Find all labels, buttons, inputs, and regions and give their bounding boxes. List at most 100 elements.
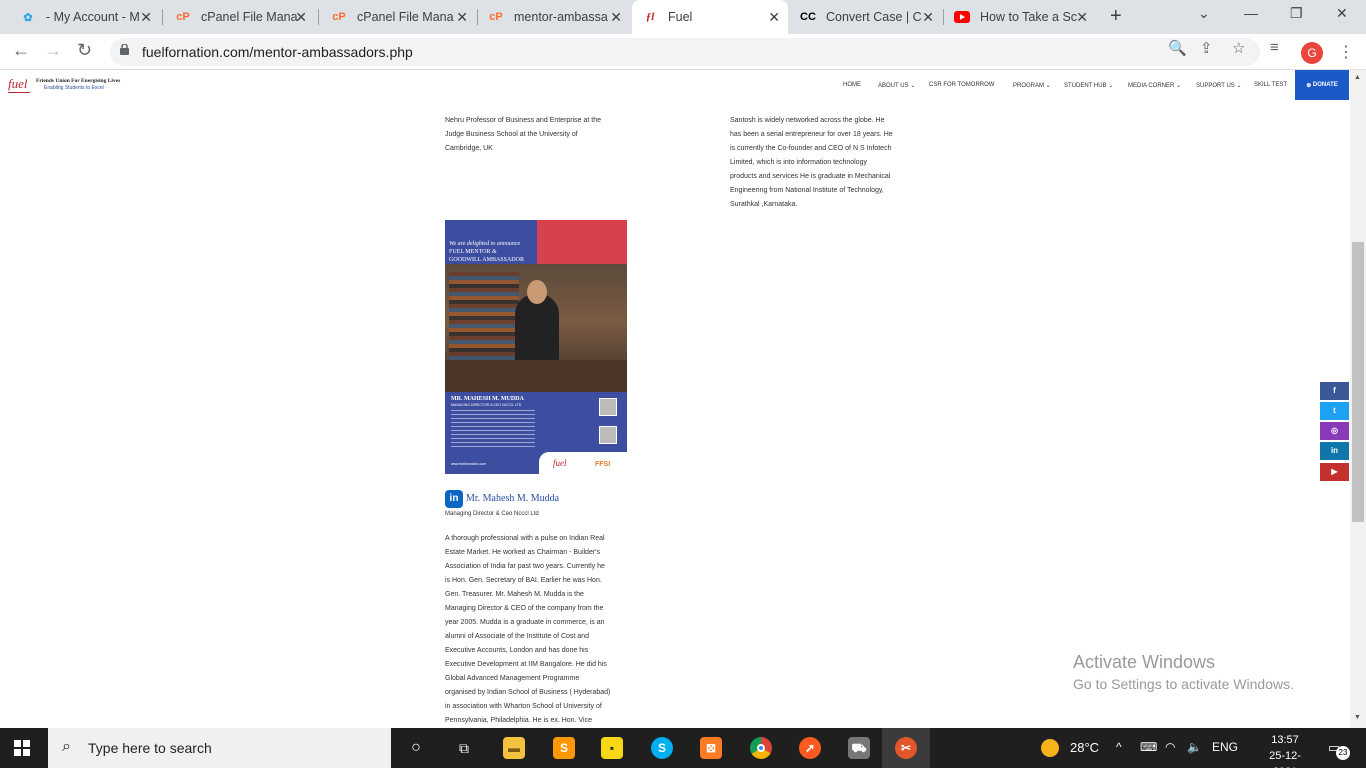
bio-line: is Hon. Gen. Secretary of BAI. Earlier h…: [445, 577, 602, 584]
youtube-icon[interactable]: ▶: [1320, 463, 1349, 481]
linkedin-icon[interactable]: in: [445, 490, 463, 508]
volume-icon[interactable]: 🔈: [1187, 740, 1202, 754]
nav-media-corner[interactable]: MEDIA CORNER ⌄: [1128, 82, 1181, 89]
bio-line: Engineering from National Institute of T…: [730, 187, 884, 194]
tab-mentor-ambassadors[interactable]: cP mentor-ambassa ✕: [478, 0, 630, 34]
logo-text: Friends Union For Energising Lives Enabl…: [36, 78, 120, 92]
facebook-icon[interactable]: f: [1320, 382, 1349, 400]
bookmark-star-icon[interactable]: ☆: [1232, 39, 1245, 57]
bio-line: organised by Indian School of Business (…: [445, 689, 611, 696]
tab-cpanel-2[interactable]: cP cPanel File Mana ✕: [321, 0, 476, 34]
linkedin-icon[interactable]: in: [1320, 442, 1349, 460]
signatory-photo: [599, 398, 617, 416]
browser-tab-bar: ✿ - My Account - M ✕ cP cPanel File Mana…: [0, 0, 1366, 34]
headline-line: We are delighted to announce: [449, 241, 521, 247]
bio-line: products and services He is graduate in …: [730, 173, 891, 180]
poster-footer: www.fuelfornation.com fuel FFSI: [445, 452, 627, 474]
share-icon[interactable]: ⇪: [1200, 39, 1213, 57]
headline-line: GOODWILL AMBASSADOR: [449, 257, 524, 263]
windows-start-icon[interactable]: [14, 740, 30, 756]
twitter-icon[interactable]: t: [1320, 402, 1349, 420]
window-close-icon[interactable]: ✕: [1336, 5, 1348, 22]
nav-home[interactable]: HOME: [843, 82, 861, 88]
close-icon[interactable]: ✕: [295, 9, 307, 26]
notification-center-icon[interactable]: ▭ 23: [1328, 740, 1350, 760]
zoom-icon[interactable]: 🔍: [1168, 39, 1187, 57]
person-face: [527, 280, 547, 304]
poster-signatories: [539, 396, 621, 448]
minimize-icon[interactable]: —: [1244, 5, 1258, 21]
bio-line: Global Advanced Management Programme: [445, 675, 580, 682]
nav-label: ABOUT US: [878, 83, 909, 89]
close-icon[interactable]: ✕: [140, 9, 152, 26]
language-indicator[interactable]: ENG: [1212, 740, 1238, 754]
signatory-photo: [599, 426, 617, 444]
site-logo[interactable]: fuel Friends Union For Energising Lives …: [8, 76, 120, 93]
headline-line: FUEL MENTOR &: [449, 249, 497, 255]
close-icon[interactable]: ✕: [768, 9, 780, 26]
taskbar-clock[interactable]: 13:57 25-12-2021: [1258, 732, 1312, 780]
weather-temp[interactable]: 28°C: [1070, 740, 1099, 755]
nav-support-us[interactable]: SUPPORT US ⌄: [1196, 82, 1242, 89]
close-icon[interactable]: ✕: [922, 9, 934, 26]
logo-line1: Friends Union For Energising Lives: [36, 77, 121, 84]
sublime-text-icon[interactable]: S: [553, 737, 575, 759]
chrome-icon[interactable]: [750, 737, 772, 759]
reload-icon[interactable]: ↻: [77, 40, 92, 61]
nav-student-hub[interactable]: STUDENT HUB ⌄: [1064, 82, 1113, 89]
scroll-thumb[interactable]: [1352, 242, 1364, 522]
snipping-tool-icon[interactable]: ✂: [895, 737, 917, 759]
nav-csr-for-tomorrow[interactable]: CSR FOR TOMORROW: [929, 82, 994, 88]
new-tab-button[interactable]: +: [1110, 5, 1122, 28]
nav-about-us[interactable]: ABOUT US ⌄: [878, 82, 915, 89]
close-icon[interactable]: ✕: [610, 9, 622, 26]
poster-header-red: [537, 220, 627, 264]
poster-fine-print: [451, 410, 535, 450]
file-explorer-icon[interactable]: ▬: [503, 737, 525, 759]
cortana-icon[interactable]: ○: [405, 737, 427, 759]
back-icon[interactable]: ←: [12, 40, 30, 61]
task-view-icon[interactable]: ⧉: [453, 737, 475, 759]
tab-my-account[interactable]: ✿ - My Account - M ✕: [10, 0, 160, 34]
close-icon[interactable]: ✕: [456, 9, 468, 26]
bookshelf: [449, 272, 519, 372]
tab-youtube[interactable]: How to Take a Sc ✕: [944, 0, 1096, 34]
donate-button[interactable]: ⊛ DONATE: [1295, 70, 1349, 100]
mentor-announcement-poster: We are delighted to announce FUEL MENTOR…: [445, 220, 627, 474]
mentor-role: Managing Director & Ceo Ncccl Ltd: [445, 511, 539, 517]
network-app-icon[interactable]: ⛟: [848, 737, 870, 759]
profile-avatar[interactable]: G: [1301, 42, 1323, 64]
address-bar[interactable]: fuelfornation.com/mentor-ambassadors.php: [110, 38, 1260, 66]
media-control-icon[interactable]: ≡: [1270, 39, 1279, 56]
xampp-icon[interactable]: ⊠: [700, 737, 722, 759]
tab-search-icon[interactable]: ⌄: [1198, 5, 1210, 22]
scroll-up-arrow-icon[interactable]: ▲: [1354, 74, 1361, 81]
wifi-icon[interactable]: ◠: [1165, 740, 1175, 754]
taskbar-search[interactable]: ⌕ Type here to search: [48, 728, 391, 768]
close-icon[interactable]: ✕: [1076, 9, 1088, 26]
bio-line: A thorough professional with a pulse on …: [445, 535, 605, 542]
weather-sun-icon[interactable]: [1041, 739, 1059, 757]
lock-icon[interactable]: [120, 44, 129, 55]
tab-title: How to Take a Sc: [980, 10, 1078, 24]
nav-skill-test[interactable]: SKILL TEST: [1254, 82, 1287, 88]
bio-line: Executive Development at IIM Bangalore. …: [445, 661, 607, 668]
bio-line: Pennsylvania, Philadelphia. He is ex. Ho…: [445, 717, 592, 724]
forward-icon[interactable]: →: [44, 40, 62, 61]
tab-fuel-active[interactable]: ƒl Fuel ✕: [632, 0, 788, 34]
skype-icon[interactable]: S: [651, 737, 673, 759]
menu-icon[interactable]: ⋮: [1338, 42, 1354, 62]
nav-program[interactable]: PROGRAM ⌄: [1013, 82, 1051, 89]
tab-cpanel-1[interactable]: cP cPanel File Mana ✕: [165, 0, 315, 34]
maximize-icon[interactable]: ❐: [1290, 5, 1303, 22]
tab-convert-case[interactable]: CC Convert Case | C ✕: [790, 0, 942, 34]
instagram-icon[interactable]: ◎: [1320, 422, 1349, 440]
tray-chevron-icon[interactable]: ^: [1116, 740, 1122, 754]
fuel-icon: ƒl: [645, 11, 655, 23]
page-scrollbar[interactable]: ▲ ▼: [1350, 70, 1366, 728]
postman-icon[interactable]: ➚: [799, 737, 821, 759]
sticky-notes-icon[interactable]: ▪: [601, 737, 623, 759]
ime-icon[interactable]: ⌨: [1140, 740, 1157, 754]
fuel-logo-mark: fuel: [8, 76, 30, 93]
scroll-down-arrow-icon[interactable]: ▼: [1354, 714, 1361, 721]
